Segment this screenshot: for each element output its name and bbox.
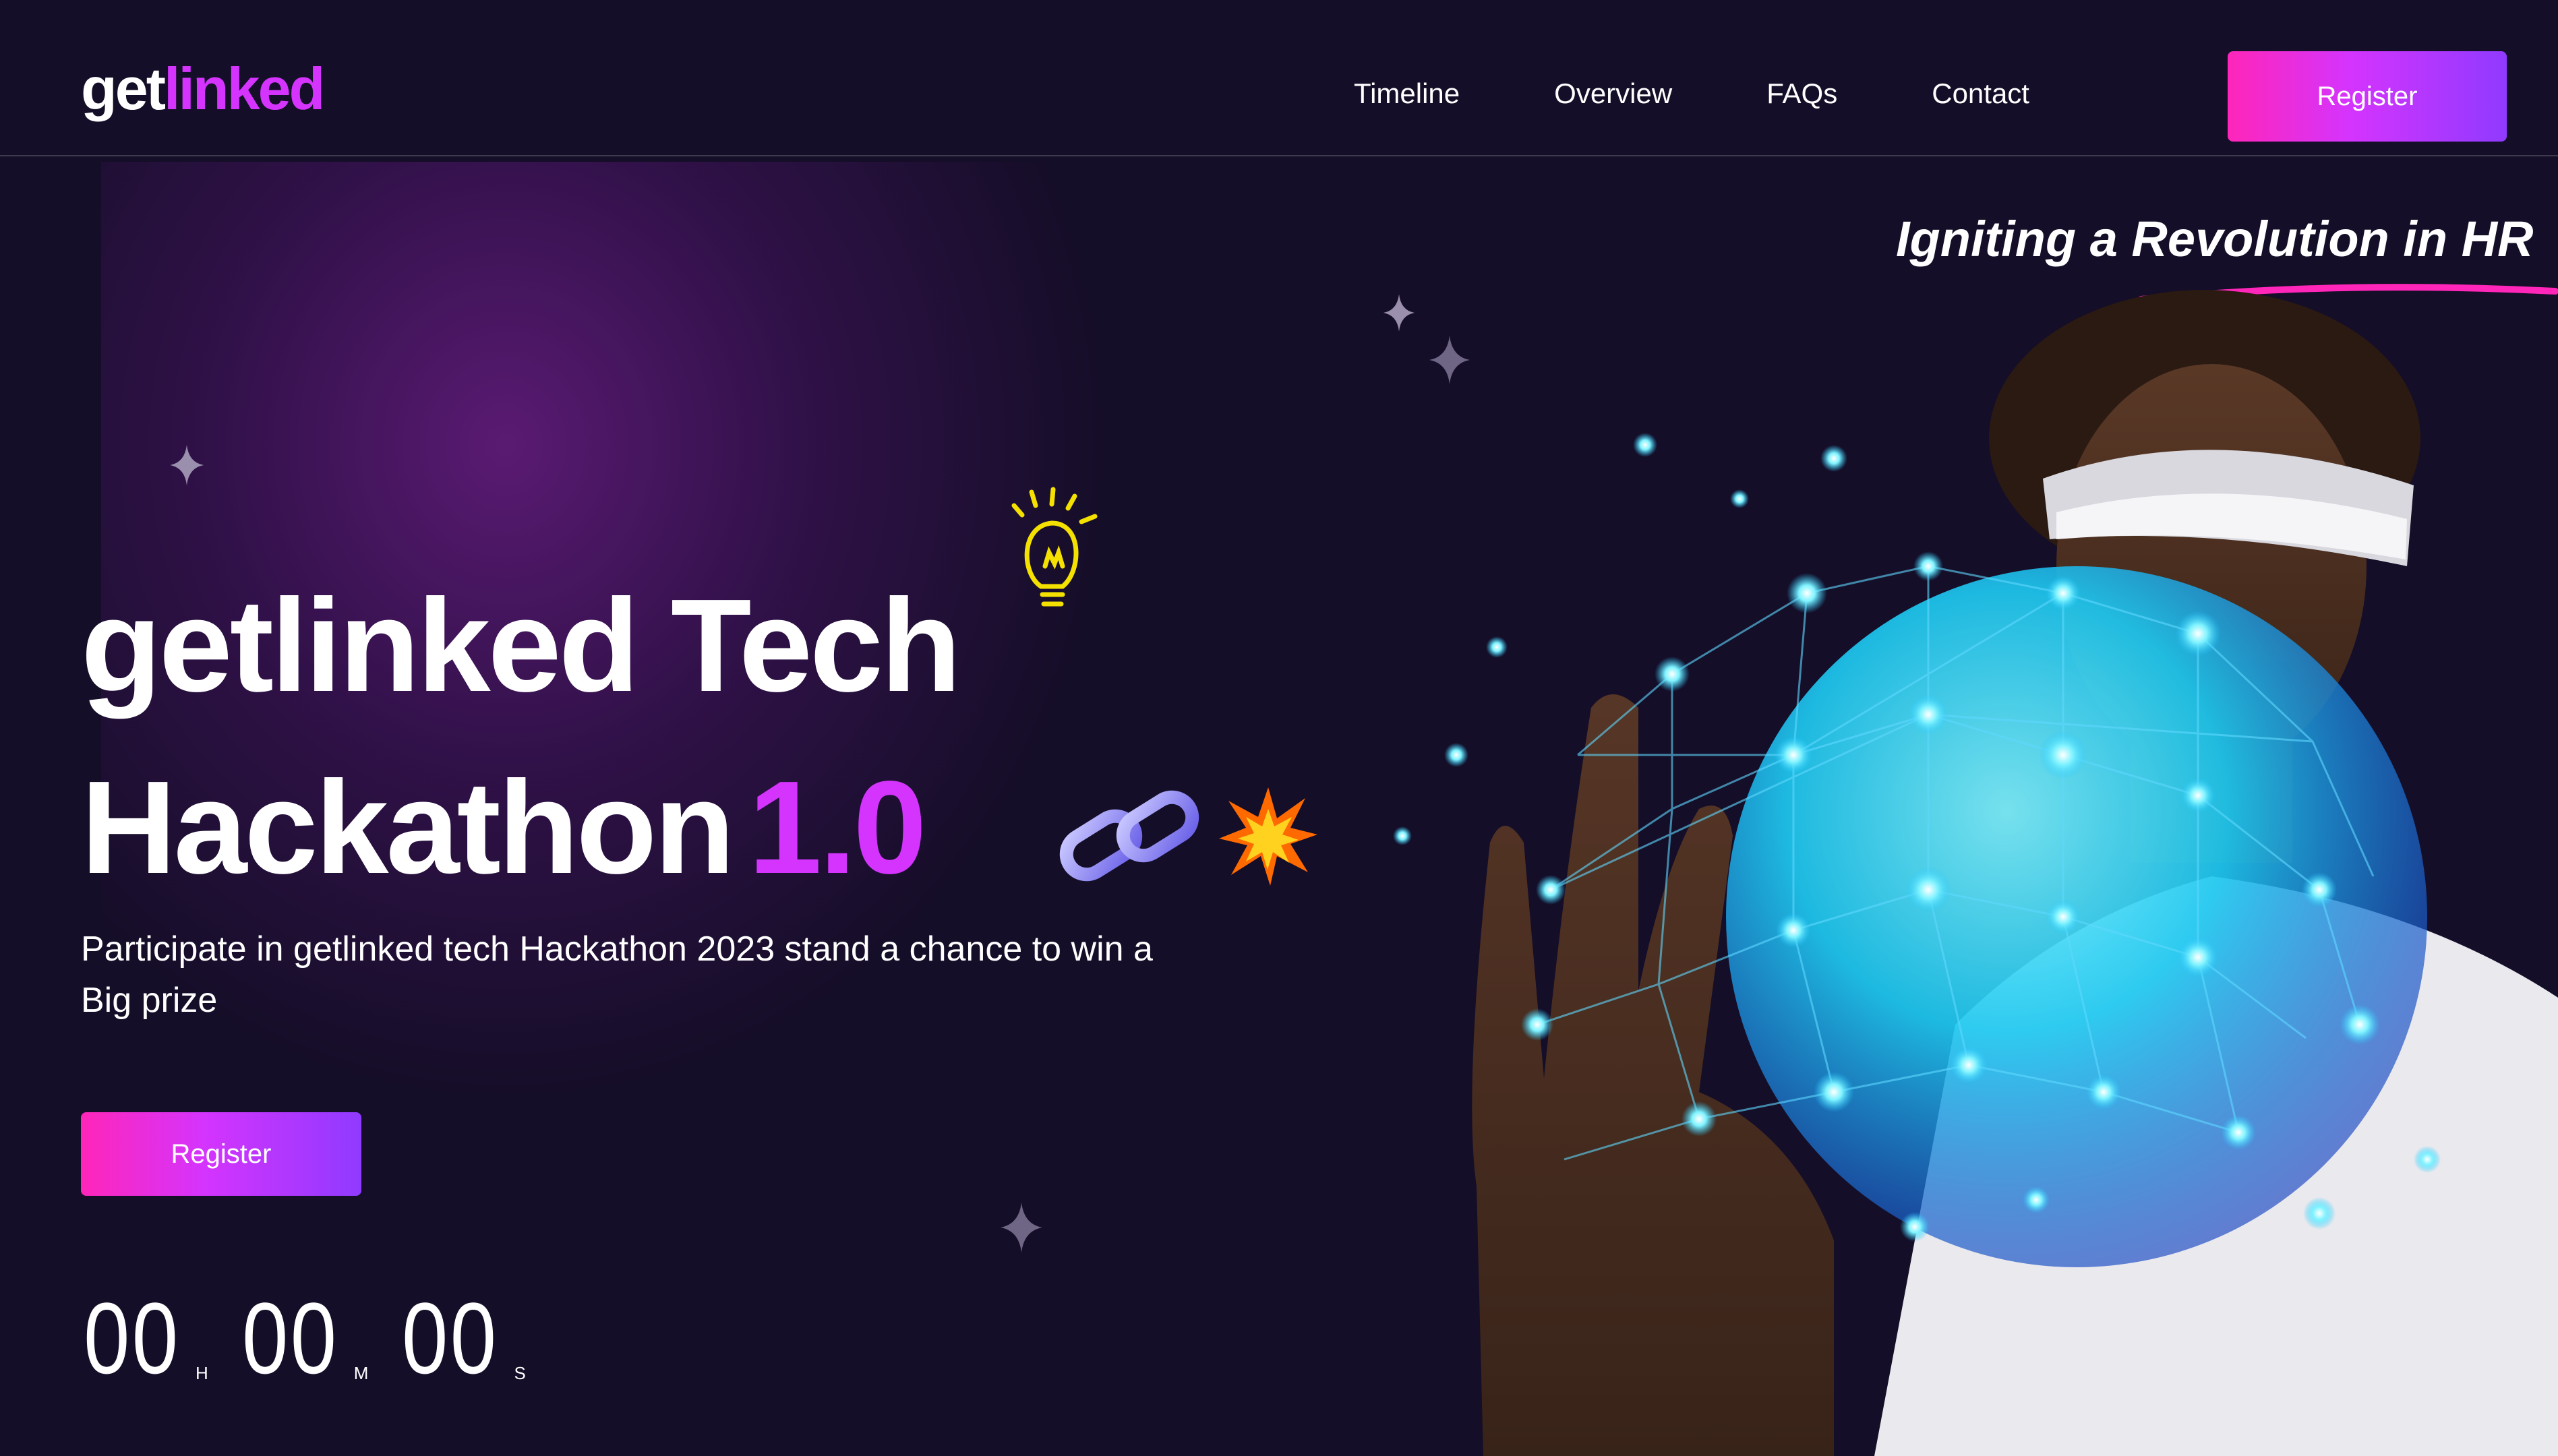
lightbulb-icon (1011, 487, 1098, 607)
nav-links: Timeline Overview FAQs Contact (1354, 80, 2029, 108)
countdown-seconds-label: S (514, 1363, 526, 1383)
countdown-seconds-value: 00 (402, 1281, 499, 1395)
logo-accent: linked (164, 55, 325, 122)
countdown-hours-value: 00 (84, 1281, 181, 1395)
sparkle-star-icon (1001, 1202, 1042, 1253)
countdown-hours: 00 H (84, 1287, 208, 1389)
nav-register-button[interactable]: Register (2228, 51, 2507, 142)
hero-title-line1: getlinked Tech (81, 572, 961, 719)
chain-link-icon (1059, 790, 1199, 882)
countdown-hours-label: H (196, 1363, 208, 1383)
hero-image (1393, 290, 2558, 1456)
countdown-minutes: 00 M (242, 1287, 369, 1389)
countdown-minutes-label: M (353, 1363, 369, 1383)
sparkle-star-icon (170, 445, 204, 485)
hero-title-line2: Hackathon 1.0 (81, 762, 926, 894)
logo[interactable]: getlinked (81, 59, 325, 119)
hero-description: Participate in getlinked tech Hackathon … (81, 930, 1153, 1020)
nav-link-contact[interactable]: Contact (1932, 80, 2029, 108)
nav-link-timeline[interactable]: Timeline (1354, 80, 1460, 108)
hero-version: 1.0 (748, 754, 926, 901)
hero-register-button[interactable]: Register (81, 1112, 361, 1196)
logo-main: get (81, 55, 166, 122)
nav-link-overview[interactable]: Overview (1554, 80, 1672, 108)
top-navbar: getlinked Timeline Overview FAQs Contact… (0, 0, 2558, 156)
hero-title-word: Hackathon (81, 754, 735, 901)
countdown-timer: 00 H 00 M 00 S (84, 1287, 526, 1389)
tagline: Igniting a Revolution in HR (1896, 211, 2534, 267)
nav-link-faqs[interactable]: FAQs (1766, 80, 1837, 108)
countdown-seconds: 00 S (402, 1287, 525, 1389)
countdown-minutes-value: 00 (241, 1281, 339, 1395)
explosion-icon (1219, 787, 1317, 886)
